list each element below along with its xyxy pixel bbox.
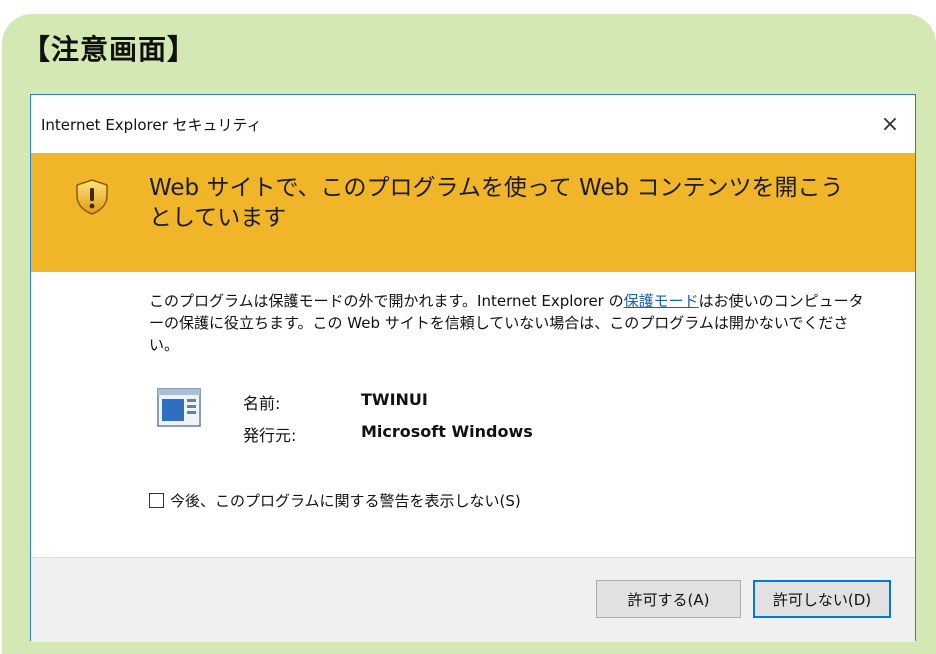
dont-show-warning-checkbox[interactable]: 今後、このプログラムに関する警告を表示しない(S) — [149, 490, 521, 511]
close-button[interactable]: × — [865, 95, 915, 153]
page-heading: 【注意画面】 — [22, 33, 197, 66]
deny-button[interactable]: 許可しない(D) — [753, 580, 891, 618]
close-icon: × — [880, 111, 900, 137]
description: このプログラムは保護モードの外で開かれます。Internet Explorer … — [149, 290, 869, 356]
protected-mode-link[interactable]: 保護モード — [624, 292, 699, 310]
warning-banner: Web サイトで、このプログラムを使って Web コンテンツを開こうとしています — [31, 153, 915, 272]
checkbox-label: 今後、このプログラムに関する警告を表示しない(S) — [170, 492, 521, 510]
publisher-label: 発行元: — [243, 426, 297, 445]
allow-button[interactable]: 許可する(A) — [596, 580, 741, 618]
dialog-footer: 許可する(A) 許可しない(D) — [31, 557, 915, 642]
publisher-value: Microsoft Windows — [361, 422, 533, 441]
name-label: 名前: — [243, 394, 281, 413]
banner-message: Web サイトで、このプログラムを使って Web コンテンツを開こうとしています — [149, 175, 844, 231]
name-value: TWINUI — [361, 390, 428, 409]
shield-warning-icon — [76, 179, 108, 215]
security-dialog: Internet Explorer セキュリティ × Web サイトで、このプロ… — [30, 94, 916, 642]
description-text-1: このプログラムは保護モードの外で開かれます。Internet Explorer … — [149, 292, 624, 310]
program-window-icon — [157, 388, 201, 427]
dialog-content: このプログラムは保護モードの外で開かれます。Internet Explorer … — [31, 272, 915, 557]
checkbox-box[interactable] — [149, 493, 164, 508]
dialog-titlebar: Internet Explorer セキュリティ × — [31, 95, 915, 153]
dialog-title: Internet Explorer セキュリティ — [41, 116, 262, 134]
